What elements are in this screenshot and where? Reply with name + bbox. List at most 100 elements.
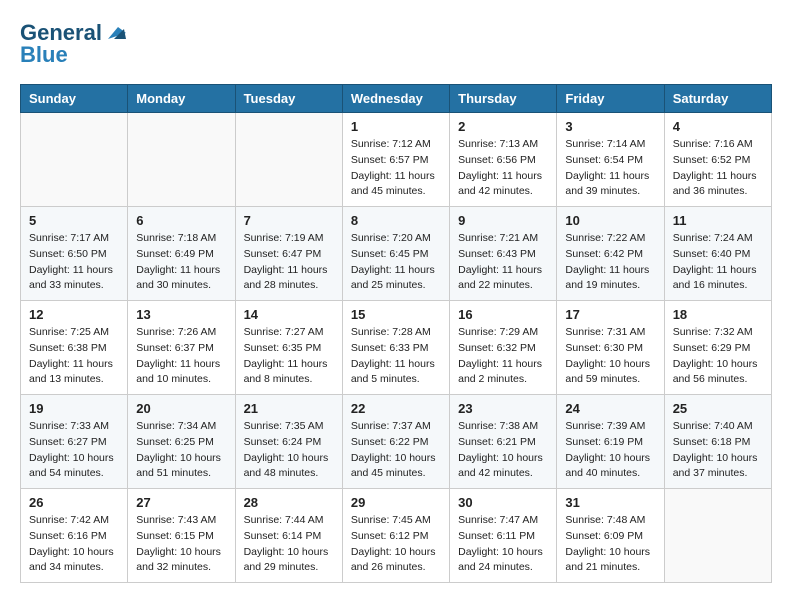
calendar-cell <box>235 113 342 207</box>
calendar-cell: 26 Sunrise: 7:42 AM Sunset: 6:16 PM Dayli… <box>21 489 128 583</box>
day-info: Sunrise: 7:13 AM Sunset: 6:56 PM Dayligh… <box>458 137 548 200</box>
calendar-week-4: 19 Sunrise: 7:33 AM Sunset: 6:27 PM Dayli… <box>21 395 772 489</box>
day-info: Sunrise: 7:34 AM Sunset: 6:25 PM Dayligh… <box>136 419 226 482</box>
calendar-cell: 31 Sunrise: 7:48 AM Sunset: 6:09 PM Dayli… <box>557 489 664 583</box>
day-info: Sunrise: 7:33 AM Sunset: 6:27 PM Dayligh… <box>29 419 119 482</box>
day-number: 14 <box>244 307 334 322</box>
day-number: 24 <box>565 401 655 416</box>
day-number: 5 <box>29 213 119 228</box>
calendar-cell: 16 Sunrise: 7:29 AM Sunset: 6:32 PM Dayli… <box>450 301 557 395</box>
calendar-cell: 22 Sunrise: 7:37 AM Sunset: 6:22 PM Dayli… <box>342 395 449 489</box>
day-number: 17 <box>565 307 655 322</box>
day-info: Sunrise: 7:12 AM Sunset: 6:57 PM Dayligh… <box>351 137 441 200</box>
day-number: 4 <box>673 119 763 134</box>
day-info: Sunrise: 7:43 AM Sunset: 6:15 PM Dayligh… <box>136 513 226 576</box>
calendar-cell: 5 Sunrise: 7:17 AM Sunset: 6:50 PM Daylig… <box>21 207 128 301</box>
day-number: 26 <box>29 495 119 510</box>
day-header-wednesday: Wednesday <box>342 85 449 113</box>
day-header-saturday: Saturday <box>664 85 771 113</box>
day-number: 30 <box>458 495 548 510</box>
day-number: 21 <box>244 401 334 416</box>
calendar-week-1: 1Sunrise: 7:12 AM Sunset: 6:57 PM Daylig… <box>21 113 772 207</box>
logo-blue: Blue <box>20 42 68 68</box>
calendar-table: SundayMondayTuesdayWednesdayThursdayFrid… <box>20 84 772 583</box>
day-info: Sunrise: 7:37 AM Sunset: 6:22 PM Dayligh… <box>351 419 441 482</box>
day-info: Sunrise: 7:19 AM Sunset: 6:47 PM Dayligh… <box>244 231 334 294</box>
calendar-cell: 14 Sunrise: 7:27 AM Sunset: 6:35 PM Dayli… <box>235 301 342 395</box>
day-number: 7 <box>244 213 334 228</box>
day-header-sunday: Sunday <box>21 85 128 113</box>
day-number: 23 <box>458 401 548 416</box>
calendar-cell: 19 Sunrise: 7:33 AM Sunset: 6:27 PM Dayli… <box>21 395 128 489</box>
calendar-cell: 25Sunrise: 7:40 AM Sunset: 6:18 PM Dayli… <box>664 395 771 489</box>
day-info: Sunrise: 7:40 AM Sunset: 6:18 PM Dayligh… <box>673 419 763 482</box>
calendar-cell: 6Sunrise: 7:18 AM Sunset: 6:49 PM Daylig… <box>128 207 235 301</box>
calendar-week-2: 5 Sunrise: 7:17 AM Sunset: 6:50 PM Daylig… <box>21 207 772 301</box>
calendar-cell: 27 Sunrise: 7:43 AM Sunset: 6:15 PM Dayli… <box>128 489 235 583</box>
day-info: Sunrise: 7:22 AM Sunset: 6:42 PM Dayligh… <box>565 231 655 294</box>
day-header-monday: Monday <box>128 85 235 113</box>
day-info: Sunrise: 7:44 AM Sunset: 6:14 PM Dayligh… <box>244 513 334 576</box>
day-number: 8 <box>351 213 441 228</box>
day-number: 19 <box>29 401 119 416</box>
calendar-cell: 30 Sunrise: 7:47 AM Sunset: 6:11 PM Dayli… <box>450 489 557 583</box>
day-header-thursday: Thursday <box>450 85 557 113</box>
day-number: 3 <box>565 119 655 134</box>
calendar-cell: 12 Sunrise: 7:25 AM Sunset: 6:38 PM Dayli… <box>21 301 128 395</box>
day-number: 10 <box>565 213 655 228</box>
day-number: 22 <box>351 401 441 416</box>
day-info: Sunrise: 7:25 AM Sunset: 6:38 PM Dayligh… <box>29 325 119 388</box>
calendar-cell: 18Sunrise: 7:32 AM Sunset: 6:29 PM Dayli… <box>664 301 771 395</box>
logo: General Blue <box>20 20 126 68</box>
day-number: 16 <box>458 307 548 322</box>
day-info: Sunrise: 7:17 AM Sunset: 6:50 PM Dayligh… <box>29 231 119 294</box>
calendar-cell: 29 Sunrise: 7:45 AM Sunset: 6:12 PM Dayli… <box>342 489 449 583</box>
day-header-friday: Friday <box>557 85 664 113</box>
day-info: Sunrise: 7:38 AM Sunset: 6:21 PM Dayligh… <box>458 419 548 482</box>
day-info: Sunrise: 7:14 AM Sunset: 6:54 PM Dayligh… <box>565 137 655 200</box>
day-info: Sunrise: 7:21 AM Sunset: 6:43 PM Dayligh… <box>458 231 548 294</box>
day-info: Sunrise: 7:16 AM Sunset: 6:52 PM Dayligh… <box>673 137 763 200</box>
day-number: 20 <box>136 401 226 416</box>
day-info: Sunrise: 7:42 AM Sunset: 6:16 PM Dayligh… <box>29 513 119 576</box>
calendar-cell: 3 Sunrise: 7:14 AM Sunset: 6:54 PM Daylig… <box>557 113 664 207</box>
day-info: Sunrise: 7:24 AM Sunset: 6:40 PM Dayligh… <box>673 231 763 294</box>
calendar-cell: 2Sunrise: 7:13 AM Sunset: 6:56 PM Daylig… <box>450 113 557 207</box>
calendar-cell: 28 Sunrise: 7:44 AM Sunset: 6:14 PM Dayli… <box>235 489 342 583</box>
day-info: Sunrise: 7:39 AM Sunset: 6:19 PM Dayligh… <box>565 419 655 482</box>
calendar-cell: 9 Sunrise: 7:21 AM Sunset: 6:43 PM Daylig… <box>450 207 557 301</box>
day-info: Sunrise: 7:26 AM Sunset: 6:37 PM Dayligh… <box>136 325 226 388</box>
calendar-cell: 7 Sunrise: 7:19 AM Sunset: 6:47 PM Daylig… <box>235 207 342 301</box>
day-info: Sunrise: 7:27 AM Sunset: 6:35 PM Dayligh… <box>244 325 334 388</box>
calendar-cell: 23 Sunrise: 7:38 AM Sunset: 6:21 PM Dayli… <box>450 395 557 489</box>
day-info: Sunrise: 7:48 AM Sunset: 6:09 PM Dayligh… <box>565 513 655 576</box>
day-info: Sunrise: 7:45 AM Sunset: 6:12 PM Dayligh… <box>351 513 441 576</box>
calendar-cell: 11 Sunrise: 7:24 AM Sunset: 6:40 PM Dayli… <box>664 207 771 301</box>
day-header-tuesday: Tuesday <box>235 85 342 113</box>
calendar-cell: 13 Sunrise: 7:26 AM Sunset: 6:37 PM Dayli… <box>128 301 235 395</box>
logo-icon <box>104 25 126 41</box>
calendar-week-5: 26 Sunrise: 7:42 AM Sunset: 6:16 PM Dayli… <box>21 489 772 583</box>
page-header: General Blue <box>20 20 772 68</box>
day-number: 12 <box>29 307 119 322</box>
calendar-cell: 15 Sunrise: 7:28 AM Sunset: 6:33 PM Dayli… <box>342 301 449 395</box>
day-number: 27 <box>136 495 226 510</box>
day-number: 9 <box>458 213 548 228</box>
day-number: 11 <box>673 213 763 228</box>
day-number: 13 <box>136 307 226 322</box>
day-info: Sunrise: 7:31 AM Sunset: 6:30 PM Dayligh… <box>565 325 655 388</box>
day-number: 28 <box>244 495 334 510</box>
day-number: 29 <box>351 495 441 510</box>
calendar-cell: 24 Sunrise: 7:39 AM Sunset: 6:19 PM Dayli… <box>557 395 664 489</box>
day-number: 18 <box>673 307 763 322</box>
calendar-cell <box>21 113 128 207</box>
calendar-cell: 1Sunrise: 7:12 AM Sunset: 6:57 PM Daylig… <box>342 113 449 207</box>
calendar-cell: 10 Sunrise: 7:22 AM Sunset: 6:42 PM Dayli… <box>557 207 664 301</box>
day-info: Sunrise: 7:18 AM Sunset: 6:49 PM Dayligh… <box>136 231 226 294</box>
calendar-cell <box>128 113 235 207</box>
day-info: Sunrise: 7:29 AM Sunset: 6:32 PM Dayligh… <box>458 325 548 388</box>
day-number: 31 <box>565 495 655 510</box>
day-number: 15 <box>351 307 441 322</box>
day-info: Sunrise: 7:47 AM Sunset: 6:11 PM Dayligh… <box>458 513 548 576</box>
day-info: Sunrise: 7:28 AM Sunset: 6:33 PM Dayligh… <box>351 325 441 388</box>
